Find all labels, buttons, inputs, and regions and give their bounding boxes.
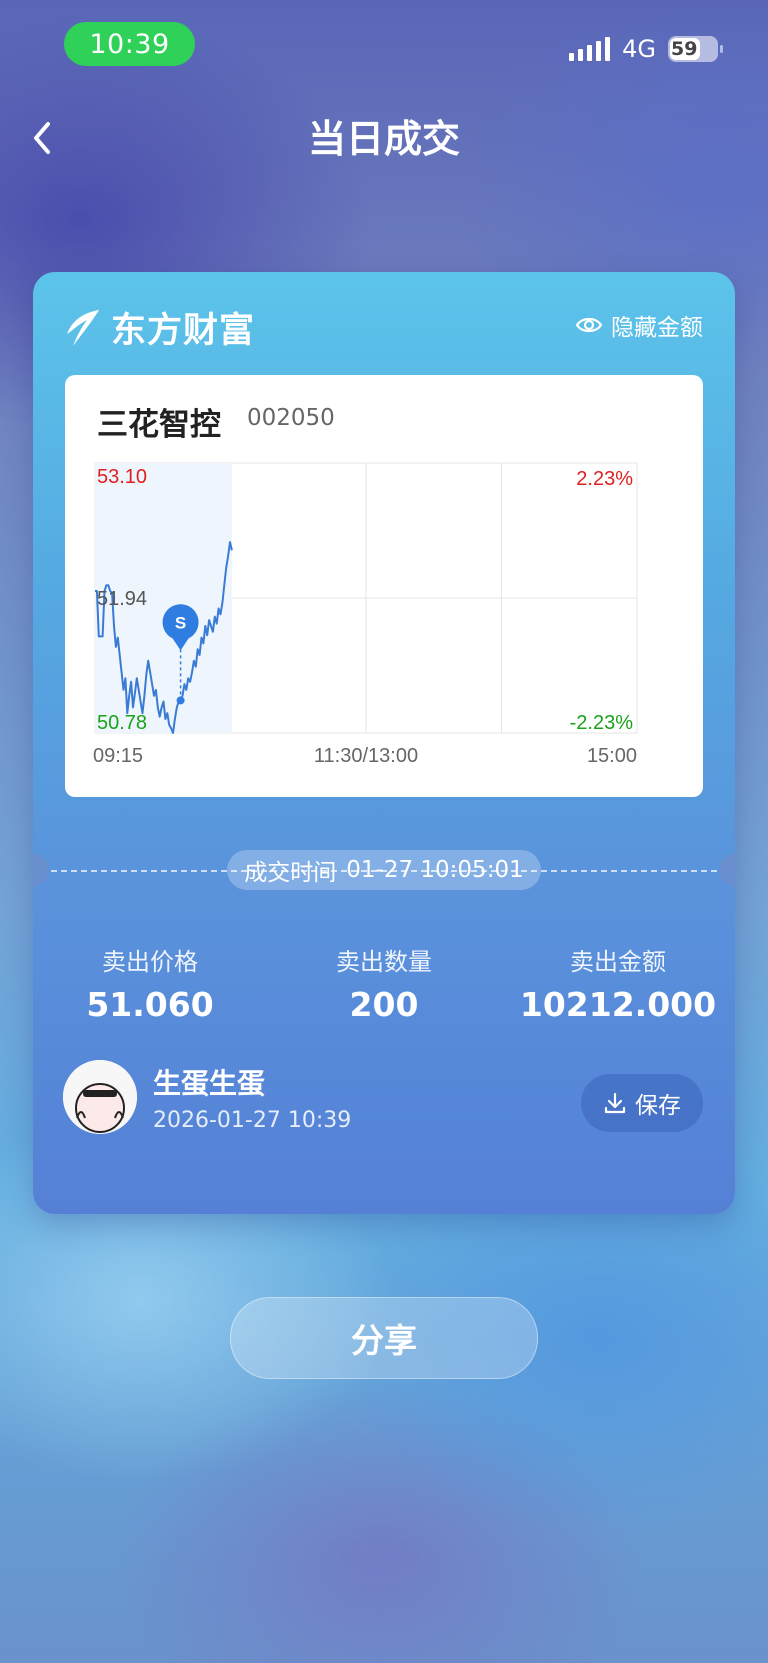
status-icons: 4G 59 — [569, 34, 723, 64]
y-right-tick-label: 2.23% — [576, 468, 633, 490]
user-info: 生蛋生蛋 2026-01-27 10:39 — [63, 1060, 351, 1134]
deal-time-value: 01-27 10:05:01 — [346, 857, 524, 883]
ticket-divider: 成交时间 01-27 10:05:01 — [33, 850, 735, 890]
stat-value: 200 — [349, 985, 419, 1024]
y-tick-label: 53.10 — [97, 466, 147, 488]
page-title: 当日成交 — [307, 117, 460, 161]
stat-sell-quantity: 卖出数量 200 — [267, 942, 501, 1024]
deal-time-pill: 成交时间 01-27 10:05:01 — [227, 850, 541, 890]
y-tick-label: 50.78 — [97, 712, 147, 734]
network-type: 4G — [622, 35, 656, 63]
brand-logo: 东方财富 — [63, 302, 255, 353]
x-tick-label: 15:00 — [587, 745, 637, 767]
stat-sell-amount: 卖出金额 10212.000 — [501, 942, 735, 1024]
brand-name: 东方财富 — [111, 311, 256, 351]
intraday-chart: S 53.10 51.94 50.78 2.23% -2.23% 09:15 11:30/13… — [93, 462, 638, 767]
sell-marker-label: S — [175, 613, 186, 632]
x-tick-label: 11:30/13:00 — [314, 745, 418, 767]
y-right-tick-label: -2.23% — [570, 712, 634, 734]
user-timestamp: 2026-01-27 10:39 — [153, 1107, 352, 1133]
avatar — [63, 1060, 137, 1134]
battery-level: 59 — [671, 38, 698, 60]
status-time: 10:39 — [64, 22, 195, 66]
stat-label: 卖出金额 — [570, 948, 666, 976]
stat-sell-price: 卖出价格 51.060 — [33, 942, 267, 1024]
stat-value: 51.060 — [86, 985, 214, 1024]
sell-marker-point — [176, 696, 185, 705]
stat-label: 卖出数量 — [336, 948, 432, 976]
deal-time-label: 成交时间 — [244, 860, 337, 886]
stat-value: 10212.000 — [519, 985, 717, 1024]
stock-chart-panel: 三花智控 002050 S 53.10 51.94 50.78 2.23% -2.23% 0… — [65, 375, 703, 797]
trade-card: 东方财富 隐藏金额 三花智控 002050 S 53.10 51.94 50.78 2.… — [33, 272, 735, 1214]
save-button[interactable]: 保存 — [581, 1074, 703, 1132]
y-tick-label: 51.94 — [97, 588, 147, 610]
trade-stats: 卖出价格 51.060 卖出数量 200 卖出金额 10212.000 — [33, 942, 735, 1024]
signal-icon — [569, 37, 611, 61]
stat-label: 卖出价格 — [102, 948, 198, 976]
hide-amount-toggle[interactable]: 隐藏金额 — [575, 308, 703, 342]
user-name: 生蛋生蛋 — [153, 1066, 266, 1100]
hide-amount-label: 隐藏金额 — [611, 315, 703, 341]
brand-leaf-icon — [67, 309, 99, 346]
download-icon — [604, 1092, 626, 1114]
eye-icon — [575, 317, 603, 333]
save-label: 保存 — [635, 1093, 681, 1119]
share-button[interactable]: 分享 — [230, 1297, 538, 1379]
x-tick-label: 09:15 — [93, 745, 143, 767]
battery-icon: 59 — [668, 36, 723, 62]
